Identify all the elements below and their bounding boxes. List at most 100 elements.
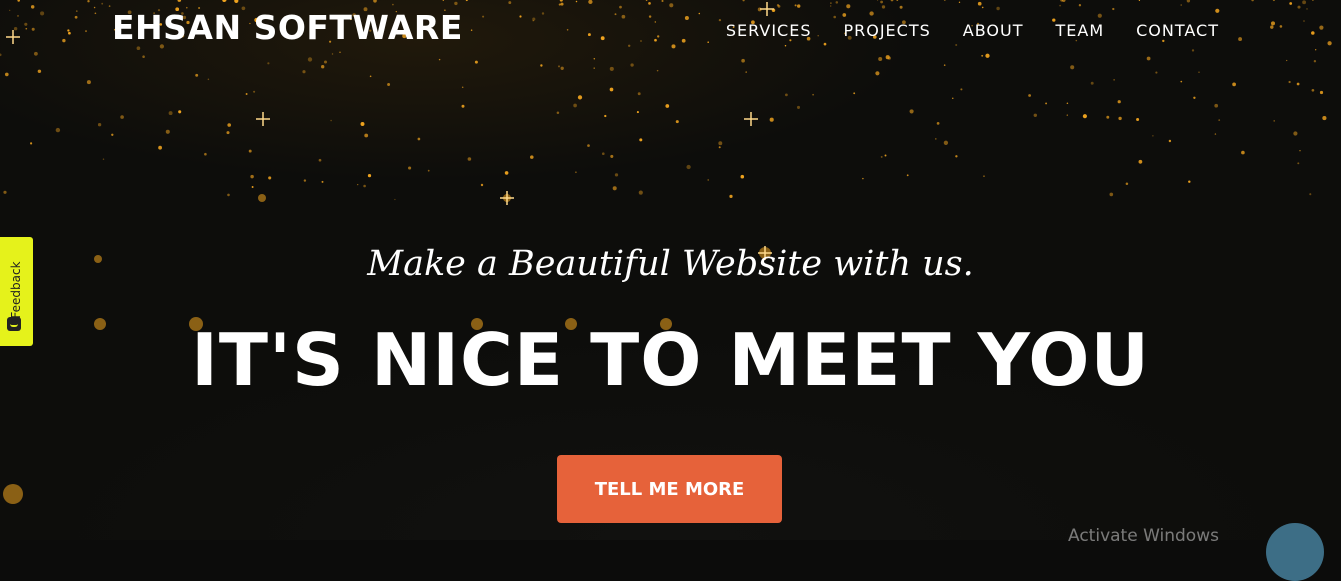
light-particle: [853, 92, 856, 95]
light-particle: [1152, 135, 1154, 137]
light-particle: [94, 12, 97, 15]
light-particle: [960, 88, 963, 91]
light-particle: [1327, 41, 1332, 46]
light-particle: [1193, 96, 1196, 99]
light-particle: [1272, 0, 1276, 2]
light-particle: [639, 138, 643, 142]
chat-widget-button[interactable]: [1266, 523, 1324, 581]
light-particle: [1155, 71, 1158, 74]
light-particle: [648, 2, 651, 5]
feedback-tab[interactable]: Feedback: [0, 237, 33, 346]
light-particle: [540, 64, 543, 67]
light-particle: [74, 15, 78, 19]
light-particle: [4, 72, 9, 77]
light-particle: [1180, 80, 1183, 83]
light-particle: [1214, 133, 1217, 135]
light-particle: [339, 51, 341, 53]
light-particle: [17, 0, 20, 2]
light-particle: [936, 122, 940, 125]
light-glow: [258, 194, 266, 202]
light-particle: [461, 104, 465, 108]
light-particle: [331, 53, 334, 55]
nav-team[interactable]: TEAM: [1055, 21, 1104, 40]
light-particle: [373, 0, 377, 3]
light-particle: [1297, 5, 1301, 9]
light-particle: [417, 137, 421, 141]
light-particle: [178, 110, 182, 114]
light-particle: [621, 14, 626, 19]
light-particle: [776, 3, 780, 7]
light-particle: [952, 97, 954, 100]
light-particle: [896, 0, 899, 1]
light-particle: [833, 15, 837, 19]
light-particle: [587, 144, 590, 147]
nav-projects[interactable]: PROJECTS: [843, 21, 930, 40]
light-particle: [1218, 119, 1221, 121]
light-particle: [558, 3, 561, 6]
light-particle: [17, 15, 19, 17]
light-particle: [1312, 0, 1314, 1]
light-particle: [745, 71, 747, 73]
light-particle: [364, 133, 369, 138]
nav-services[interactable]: SERVICES: [726, 21, 812, 40]
light-particle: [718, 18, 722, 22]
light-particle: [101, 2, 104, 5]
light-particle: [86, 80, 91, 85]
light-particle: [880, 0, 883, 4]
light-particle: [1286, 59, 1288, 62]
light-particle: [558, 65, 560, 68]
light-particle: [1188, 180, 1191, 183]
light-particle: [1313, 60, 1317, 63]
light-particle: [909, 109, 914, 114]
light-particle: [369, 75, 372, 78]
light-particle: [698, 12, 701, 15]
light-particle: [1146, 56, 1151, 61]
light-particle: [253, 90, 256, 93]
light-particle: [862, 177, 864, 180]
light-particle: [718, 146, 721, 149]
light-particle: [835, 1, 839, 4]
light-particle: [657, 35, 660, 38]
light-particle: [392, 3, 394, 6]
sparkle: [760, 2, 774, 16]
light-particle: [1106, 115, 1110, 119]
light-particle: [165, 129, 170, 134]
hero-subheading: Make a Beautiful Website with us.: [367, 244, 974, 284]
light-particle: [846, 4, 851, 9]
light-particle: [1311, 88, 1315, 92]
light-particle: [577, 95, 583, 100]
nav-contact[interactable]: CONTACT: [1136, 21, 1219, 40]
light-particle: [648, 15, 652, 18]
brand-logo[interactable]: EHSAN SOFTWARE: [112, 8, 463, 47]
light-particle: [887, 56, 891, 60]
nav-about[interactable]: ABOUT: [963, 21, 1024, 40]
light-particle: [661, 0, 664, 3]
light-particle: [1070, 65, 1075, 70]
light-particle: [427, 169, 430, 172]
light-particle: [637, 92, 641, 96]
light-particle: [1309, 193, 1312, 196]
light-particle: [1045, 102, 1048, 105]
light-particle: [31, 27, 35, 31]
light-particle: [1289, 2, 1293, 5]
light-particle: [794, 4, 797, 7]
light-particle: [985, 53, 990, 58]
light-particle: [234, 0, 239, 3]
light-particle: [718, 141, 723, 146]
light-particle: [654, 38, 657, 42]
light-particle: [408, 166, 412, 170]
light-particle: [593, 67, 595, 69]
light-particle: [669, 3, 674, 8]
light-particle: [935, 138, 937, 140]
light-particle: [1125, 182, 1129, 185]
light-particle: [1322, 116, 1327, 121]
light-particle: [1296, 82, 1300, 86]
tell-me-more-button[interactable]: TELL ME MORE: [557, 455, 782, 523]
light-particle: [142, 55, 145, 58]
light-particle: [1082, 114, 1087, 119]
light-particle: [1319, 25, 1324, 30]
light-particle: [686, 164, 691, 170]
light-particle: [321, 65, 325, 69]
light-particle: [250, 174, 254, 179]
light-particle: [1138, 0, 1141, 2]
